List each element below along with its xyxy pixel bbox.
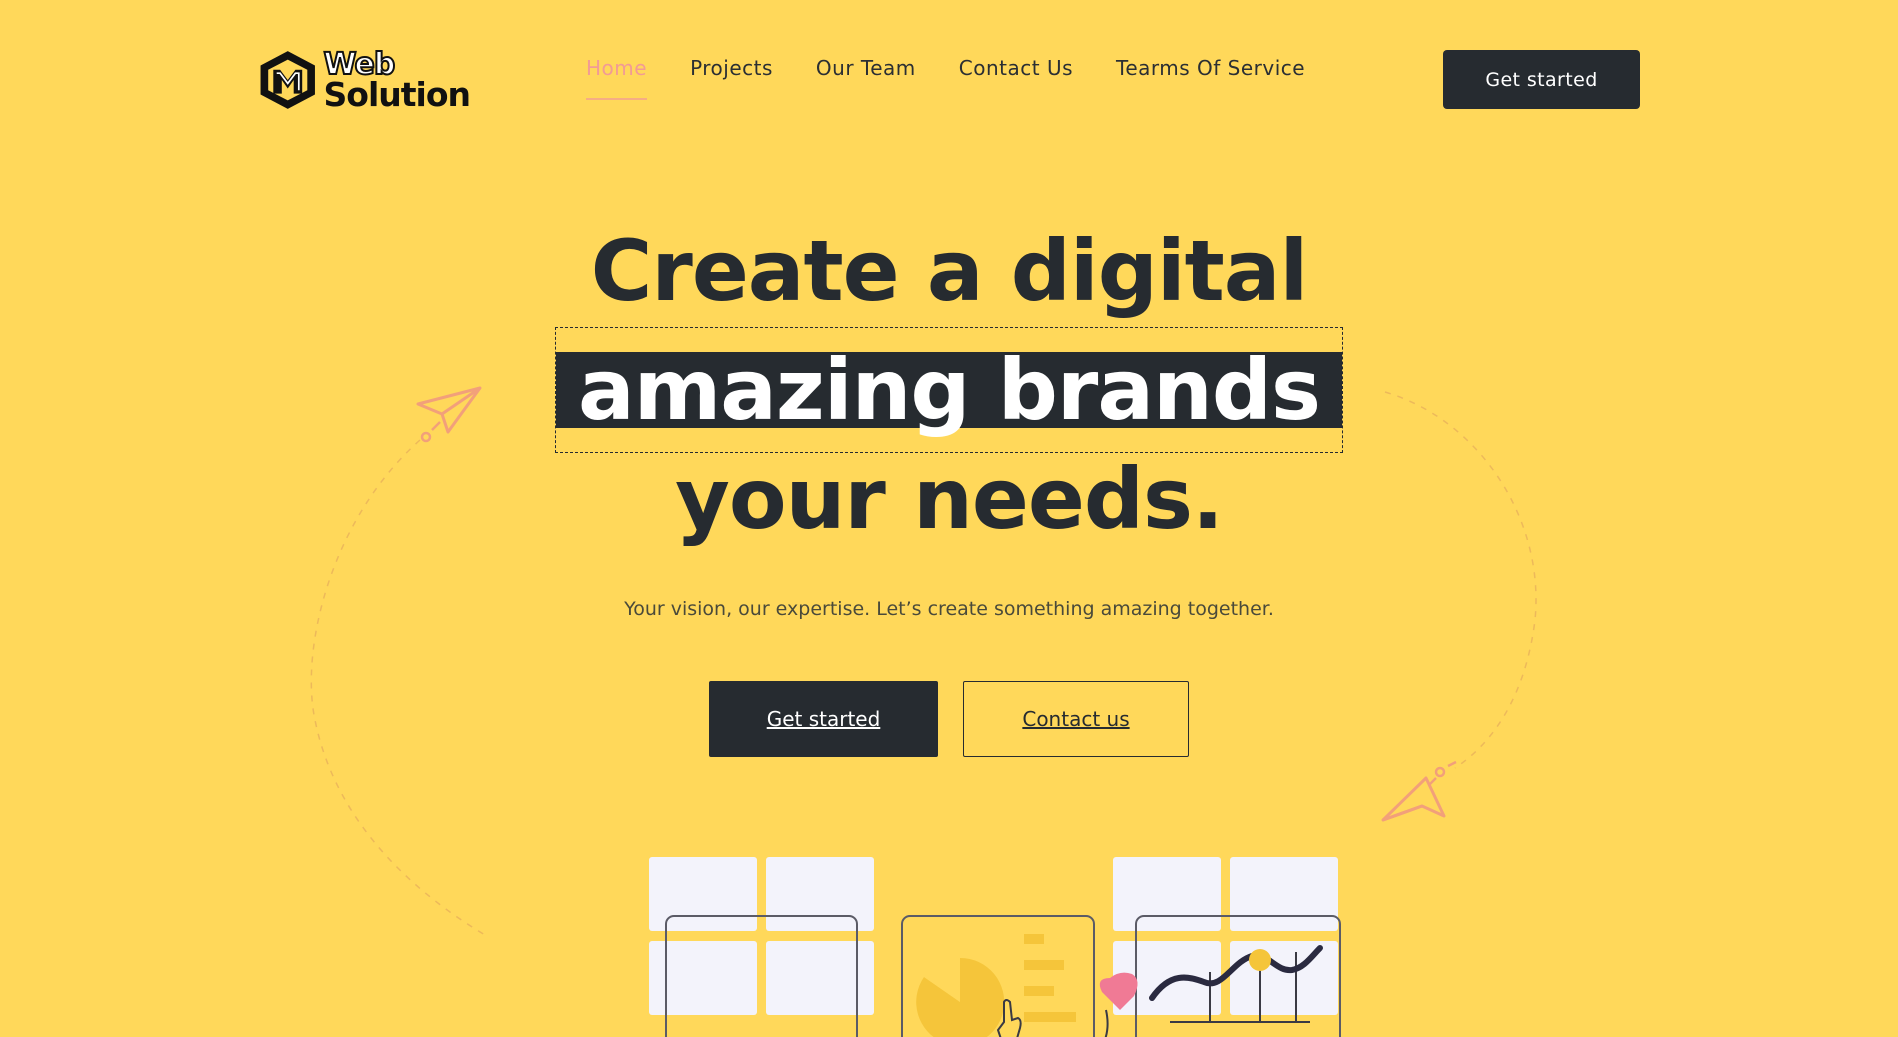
nav-item-our-team[interactable]: Our Team	[816, 56, 916, 100]
highlight-frame: amazing brands	[555, 327, 1343, 453]
nav-item-contact-us[interactable]: Contact Us	[959, 56, 1073, 100]
get-started-button[interactable]: Get started	[709, 681, 938, 757]
nav-item-terms-of-service[interactable]: Tearms Of Service	[1116, 56, 1305, 100]
hand-pointer-icon	[996, 999, 1022, 1037]
hero-actions: Get started Contact us	[709, 681, 1189, 757]
nav-item-projects[interactable]: Projects	[690, 56, 773, 100]
nav-item-home[interactable]: Home	[586, 56, 648, 100]
contact-us-button[interactable]: Contact us	[963, 681, 1189, 757]
hero-title-line-1: Create a digital	[590, 222, 1309, 320]
logo-hexagon-icon	[260, 51, 315, 109]
tile-grid-left	[649, 857, 874, 1037]
paper-plane-icon	[1381, 760, 1457, 822]
hero-subtitle: Your vision, our expertise. Let’s create…	[624, 598, 1274, 620]
logo[interactable]: Web Solution	[258, 43, 471, 117]
dashboard-illustration	[649, 857, 1341, 1037]
heart-balloon-icon	[1099, 972, 1138, 1037]
hero-title-line-2: amazing brands	[0, 327, 1898, 453]
hero-title-highlight: amazing brands	[556, 348, 1342, 432]
header-get-started-button[interactable]: Get started	[1443, 50, 1640, 109]
logo-line-2: Solution	[323, 74, 471, 114]
line-chart-icon	[1149, 945, 1323, 1023]
main-nav: Home Projects Our Team Contact Us Tearms…	[586, 56, 1348, 100]
tile-grid-right	[1113, 857, 1341, 1037]
site-header: Web Solution Home Projects Our Team Cont…	[0, 0, 1898, 140]
landing-page: Web Solution Home Projects Our Team Cont…	[0, 0, 1898, 1037]
hero-title: Create a digital amazing brands your nee…	[0, 214, 1898, 556]
pie-chart-icon	[901, 915, 1095, 1037]
logo-wordmark: Web Solution	[323, 48, 471, 114]
hero-title-line-3: your needs.	[675, 450, 1224, 548]
